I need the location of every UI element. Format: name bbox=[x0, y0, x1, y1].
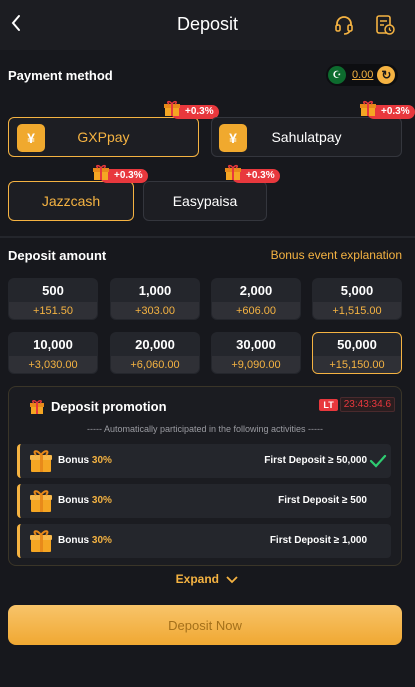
amount-option[interactable]: 10,000 +3,030.00 bbox=[8, 332, 98, 374]
amount-option[interactable]: 500 +151.50 bbox=[8, 278, 98, 320]
timer-value: 23:43:34.6 bbox=[339, 397, 395, 412]
amount-bonus: +303.00 bbox=[111, 302, 199, 319]
refresh-icon[interactable]: ↻ bbox=[377, 66, 396, 84]
gift-icon bbox=[30, 530, 52, 552]
amount-value: 20,000 bbox=[135, 337, 175, 352]
gift-icon bbox=[360, 100, 376, 116]
payment-method-sahulatpay[interactable]: ¥ Sahulatpay +0.3% bbox=[211, 100, 415, 157]
bonus-badge: +0.3% bbox=[225, 164, 280, 183]
amount-bonus: +151.50 bbox=[9, 302, 97, 319]
header-bar: Deposit bbox=[0, 0, 415, 50]
deposit-now-button[interactable]: Deposit Now bbox=[8, 605, 402, 645]
amount-option-selected[interactable]: 50,000 +15,150.00 bbox=[312, 332, 402, 374]
amount-option[interactable]: 1,000 +303.00 bbox=[110, 278, 200, 320]
gift-icon bbox=[93, 164, 109, 180]
amount-bonus: +15,150.00 bbox=[313, 356, 401, 373]
bonus-badge: +0.3% bbox=[360, 100, 415, 119]
payment-method-gxppay[interactable]: ¥ GXPpay +0.3% bbox=[8, 100, 219, 157]
amount-value: 2,000 bbox=[239, 283, 273, 298]
amount-value: 30,000 bbox=[236, 337, 276, 352]
lt-badge: LT bbox=[319, 398, 338, 411]
amount-bonus: +1,515.00 bbox=[313, 302, 401, 319]
amount-bonus: +606.00 bbox=[212, 302, 300, 319]
payment-method-title: Payment method bbox=[8, 68, 113, 83]
amount-option[interactable]: 2,000 +606.00 bbox=[211, 278, 301, 320]
expand-button[interactable]: Expand bbox=[0, 572, 415, 586]
checkmark-icon bbox=[369, 454, 387, 468]
gift-icon bbox=[225, 164, 241, 180]
amount-value: 50,000 bbox=[337, 337, 377, 352]
deposit-amount-title: Deposit amount bbox=[8, 248, 107, 263]
countdown-timer: LT 23:43:34.6 bbox=[319, 397, 395, 412]
bonus-label: Bonus 30% bbox=[58, 455, 112, 466]
bonus-condition: First Deposit ≥ 500 bbox=[278, 495, 367, 506]
bonus-condition: First Deposit ≥ 1,000 bbox=[269, 535, 367, 546]
payment-method-label: GXPpay bbox=[77, 129, 130, 145]
payment-method-jazzcash[interactable]: Jazzcash +0.3% bbox=[8, 164, 148, 221]
payment-method-label: Easypaisa bbox=[172, 193, 238, 209]
payment-method-label: Jazzcash bbox=[41, 193, 101, 209]
gift-icon bbox=[164, 100, 180, 116]
chevron-down-icon bbox=[226, 576, 238, 584]
auto-participation-note: ----- Automatically participated in the … bbox=[86, 424, 324, 434]
amount-option[interactable]: 5,000 +1,515.00 bbox=[312, 278, 402, 320]
section-divider bbox=[0, 236, 415, 238]
deposit-promotion-panel: Deposit promotion LT 23:43:34.6 ----- Au… bbox=[8, 386, 402, 566]
bonus-label: Bonus 30% bbox=[58, 495, 112, 506]
amount-value: 1,000 bbox=[138, 283, 172, 298]
payment-method-label: Sahulatpay bbox=[271, 129, 342, 145]
bonus-condition: First Deposit ≥ 50,000 bbox=[264, 455, 367, 466]
history-document-icon[interactable] bbox=[374, 14, 396, 36]
balance-value: 0.00 bbox=[352, 69, 374, 81]
balance-display: ☪ 0.00 ↻ bbox=[326, 64, 398, 86]
promotion-row: Bonus 30% First Deposit ≥ 50,000 bbox=[17, 444, 391, 478]
bonus-event-link[interactable]: Bonus event explanation bbox=[271, 248, 402, 262]
promotion-row: Bonus 30% First Deposit ≥ 1,000 bbox=[17, 524, 391, 558]
bonus-badge: +0.3% bbox=[93, 164, 148, 183]
amount-value: 10,000 bbox=[33, 337, 73, 352]
coin-stack-icon: ¥ bbox=[17, 124, 45, 152]
amount-option[interactable]: 20,000 +6,060.00 bbox=[110, 332, 200, 374]
pakistan-flag-icon: ☪ bbox=[328, 66, 346, 84]
payment-method-easypaisa[interactable]: Easypaisa +0.3% bbox=[143, 164, 280, 221]
coin-stack-icon: ¥ bbox=[219, 124, 247, 152]
gift-icon bbox=[30, 490, 52, 512]
amount-option[interactable]: 30,000 +9,090.00 bbox=[211, 332, 301, 374]
promotion-title: Deposit promotion bbox=[51, 399, 167, 414]
bonus-label: Bonus 30% bbox=[58, 535, 112, 546]
amount-value: 500 bbox=[42, 283, 64, 298]
gift-icon bbox=[30, 450, 52, 472]
headset-icon[interactable] bbox=[333, 14, 355, 36]
promotion-row: Bonus 30% First Deposit ≥ 500 bbox=[17, 484, 391, 518]
amount-bonus: +6,060.00 bbox=[111, 356, 199, 373]
gift-icon bbox=[30, 400, 44, 414]
amount-bonus: +9,090.00 bbox=[212, 356, 300, 373]
amount-value: 5,000 bbox=[340, 283, 374, 298]
amount-bonus: +3,030.00 bbox=[9, 356, 97, 373]
bonus-badge: +0.3% bbox=[164, 100, 219, 119]
